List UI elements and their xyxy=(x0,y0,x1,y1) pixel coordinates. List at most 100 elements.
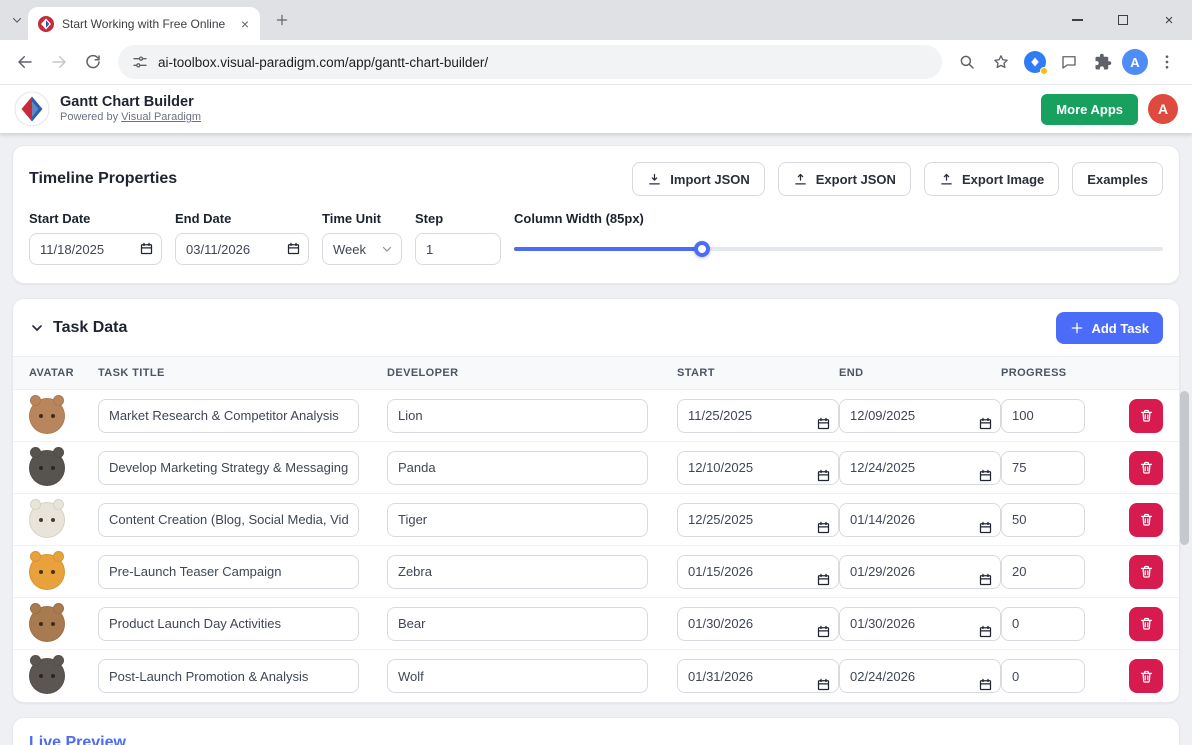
column-header-start: START xyxy=(677,367,839,379)
end-date-input[interactable] xyxy=(839,451,1001,485)
live-preview-card: Live Preview xyxy=(12,717,1180,745)
progress-input[interactable] xyxy=(1001,503,1085,537)
export-image-button[interactable]: Export Image xyxy=(924,162,1059,196)
progress-input[interactable] xyxy=(1001,555,1085,589)
calendar-icon[interactable] xyxy=(139,241,154,256)
task-title-input[interactable] xyxy=(98,607,359,641)
slider-thumb[interactable] xyxy=(694,241,710,257)
calendar-icon[interactable] xyxy=(978,468,993,483)
calendar-icon[interactable] xyxy=(978,572,993,587)
bookmark-star-icon[interactable] xyxy=(986,47,1016,77)
delete-task-button[interactable] xyxy=(1129,399,1163,433)
export-json-label: Export JSON xyxy=(816,172,896,187)
delete-task-button[interactable] xyxy=(1129,659,1163,693)
column-width-slider[interactable] xyxy=(514,233,1163,265)
calendar-icon[interactable] xyxy=(816,468,831,483)
tab-close-icon[interactable]: × xyxy=(236,15,254,33)
site-info-icon[interactable] xyxy=(132,54,148,70)
progress-input[interactable] xyxy=(1001,399,1085,433)
forward-icon[interactable] xyxy=(44,47,74,77)
kebab-menu-icon[interactable] xyxy=(1152,47,1182,77)
calendar-icon[interactable] xyxy=(816,677,831,692)
step-label: Step xyxy=(415,211,501,226)
developer-input[interactable] xyxy=(387,451,648,485)
calendar-icon[interactable] xyxy=(286,241,301,256)
calendar-icon[interactable] xyxy=(978,416,993,431)
task-title-input[interactable] xyxy=(98,503,359,537)
start-date-input[interactable] xyxy=(677,659,839,693)
start-date-input[interactable] xyxy=(677,503,839,537)
back-icon[interactable] xyxy=(10,47,40,77)
calendar-icon[interactable] xyxy=(816,624,831,639)
calendar-icon[interactable] xyxy=(816,520,831,535)
developer-input[interactable] xyxy=(387,555,648,589)
avatar xyxy=(29,554,65,590)
import-json-button[interactable]: Import JSON xyxy=(632,162,764,196)
powered-by-link[interactable]: Visual Paradigm xyxy=(121,111,201,123)
add-task-button[interactable]: Add Task xyxy=(1056,312,1163,344)
calendar-icon[interactable] xyxy=(978,624,993,639)
extensions-puzzle-icon[interactable] xyxy=(1088,47,1118,77)
page-content: Timeline Properties Import JSON Export J… xyxy=(0,133,1192,745)
url-bar[interactable]: ai-toolbox.visual-paradigm.com/app/gantt… xyxy=(118,45,942,79)
developer-input[interactable] xyxy=(387,399,648,433)
calendar-icon[interactable] xyxy=(816,572,831,587)
app-user-avatar[interactable]: A xyxy=(1148,94,1178,124)
time-unit-select[interactable]: Week xyxy=(322,233,402,265)
task-title-input[interactable] xyxy=(98,659,359,693)
end-date-input[interactable] xyxy=(839,659,1001,693)
tab-strip: Start Working with Free Online × × xyxy=(0,0,1192,40)
collapse-chevron-icon[interactable] xyxy=(29,320,45,336)
step-input[interactable] xyxy=(415,233,501,265)
developer-input[interactable] xyxy=(387,503,648,537)
table-row xyxy=(13,546,1179,598)
comment-icon[interactable] xyxy=(1054,47,1084,77)
delete-task-button[interactable] xyxy=(1129,555,1163,589)
table-row xyxy=(13,442,1179,494)
zoom-icon[interactable] xyxy=(952,47,982,77)
more-apps-button[interactable]: More Apps xyxy=(1041,94,1138,125)
progress-input[interactable] xyxy=(1001,451,1085,485)
task-title-input[interactable] xyxy=(98,451,359,485)
time-unit-label: Time Unit xyxy=(322,211,402,226)
export-json-button[interactable]: Export JSON xyxy=(778,162,911,196)
maximize-button[interactable] xyxy=(1100,0,1146,40)
delete-task-button[interactable] xyxy=(1129,451,1163,485)
minimize-button[interactable] xyxy=(1054,0,1100,40)
close-window-button[interactable]: × xyxy=(1146,0,1192,40)
tab-search-chevron-icon[interactable] xyxy=(6,9,28,31)
page-scrollbar-thumb[interactable] xyxy=(1180,391,1189,545)
browser-tab[interactable]: Start Working with Free Online × xyxy=(28,7,260,40)
plus-icon xyxy=(1070,321,1084,335)
progress-input[interactable] xyxy=(1001,659,1085,693)
delete-task-button[interactable] xyxy=(1129,607,1163,641)
start-date-input[interactable] xyxy=(677,607,839,641)
developer-input[interactable] xyxy=(387,607,648,641)
calendar-icon[interactable] xyxy=(816,416,831,431)
calendar-icon[interactable] xyxy=(978,520,993,535)
end-date-input[interactable] xyxy=(839,555,1001,589)
browser-profile-avatar[interactable]: A xyxy=(1122,49,1148,75)
end-date-input[interactable] xyxy=(839,399,1001,433)
developer-input[interactable] xyxy=(387,659,648,693)
delete-task-button[interactable] xyxy=(1129,503,1163,537)
task-title-input[interactable] xyxy=(98,555,359,589)
start-date-input[interactable] xyxy=(677,555,839,589)
extension-blue-icon[interactable] xyxy=(1020,47,1050,77)
start-date-input[interactable] xyxy=(677,399,839,433)
import-icon xyxy=(647,172,662,187)
time-unit-field: Time Unit Week xyxy=(322,211,402,265)
start-date-input[interactable] xyxy=(677,451,839,485)
examples-button[interactable]: Examples xyxy=(1072,162,1163,196)
progress-input[interactable] xyxy=(1001,607,1085,641)
new-tab-button[interactable] xyxy=(268,6,296,34)
timeline-properties-title: Timeline Properties xyxy=(29,170,177,188)
reload-icon[interactable] xyxy=(78,47,108,77)
chevron-down-icon xyxy=(381,243,393,255)
task-title-input[interactable] xyxy=(98,399,359,433)
calendar-icon[interactable] xyxy=(978,677,993,692)
end-date-input[interactable] xyxy=(839,607,1001,641)
trash-icon xyxy=(1139,616,1154,631)
end-date-input[interactable] xyxy=(839,503,1001,537)
live-preview-title: Live Preview xyxy=(29,734,1163,745)
